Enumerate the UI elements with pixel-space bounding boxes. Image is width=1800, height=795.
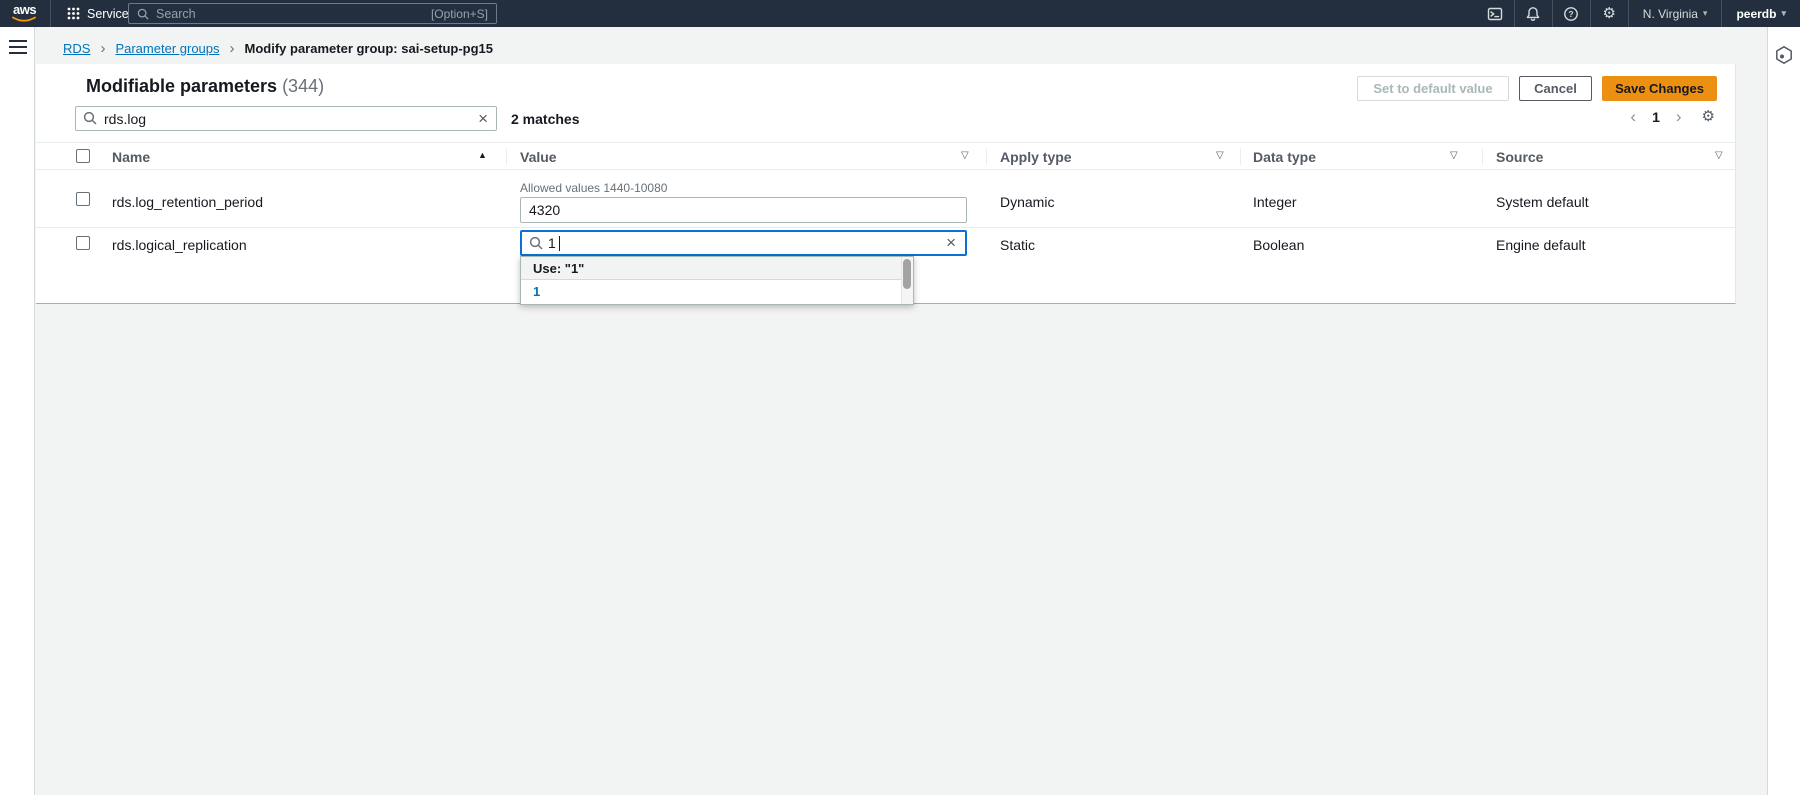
row-checkbox[interactable] (76, 236, 90, 250)
save-changes-button[interactable]: Save Changes (1602, 76, 1717, 101)
table-row: rds.log_retention_period Allowed values … (36, 170, 1736, 228)
settings-button[interactable]: ⚙ (1591, 0, 1628, 27)
text-cursor (559, 236, 560, 251)
region-selector[interactable]: N. Virginia ▾ (1629, 0, 1722, 27)
column-divider (986, 148, 987, 165)
column-divider (506, 148, 507, 165)
grid-icon (67, 7, 80, 20)
parameter-filter: × (75, 106, 497, 131)
side-panel-icon[interactable] (1774, 45, 1794, 65)
modifiable-parameters-panel: Modifiable parameters(344) Set to defaul… (36, 64, 1736, 304)
aws-logo-text: aws (13, 2, 36, 17)
parameter-name: rds.logical_replication (112, 237, 247, 253)
hamburger-menu-icon[interactable] (9, 40, 27, 54)
apply-type-value: Static (1000, 237, 1035, 253)
filter-icon[interactable]: ▽ (1216, 151, 1224, 161)
filter-icon[interactable]: ▽ (1450, 151, 1458, 161)
table-preferences-gear-icon[interactable]: ⚙ (1702, 109, 1715, 124)
dropdown-scrollbar (901, 257, 913, 304)
scrollbar-thumb[interactable] (903, 259, 911, 289)
right-toolbar (1767, 27, 1800, 795)
pagination: ‹ 1 › ⚙ (1630, 108, 1715, 125)
cloudshell-button[interactable] (1477, 0, 1514, 27)
gear-icon: ⚙ (1603, 6, 1616, 21)
match-count: 2 matches (511, 111, 579, 127)
aws-console-page: aws Services [Option+S] ? (0, 0, 1800, 795)
cloudshell-terminal-icon (1487, 6, 1503, 22)
clear-value-icon[interactable]: × (946, 232, 956, 254)
clear-filter-icon[interactable]: × (478, 107, 488, 130)
select-all-checkbox[interactable] (76, 149, 90, 163)
breadcrumb-current: Modify parameter group: sai-setup-pg15 (245, 41, 493, 56)
nav-search-box[interactable]: [Option+S] (128, 3, 497, 24)
source-value: Engine default (1496, 237, 1586, 253)
parameter-name: rds.log_retention_period (112, 194, 263, 210)
filter-input[interactable] (75, 106, 497, 131)
table-header: Name ▲ Value ▽ Apply type ▽ Data type ▽ … (36, 142, 1736, 170)
account-label: peerdb (1736, 7, 1776, 21)
search-icon (529, 236, 543, 250)
help-button[interactable]: ? (1553, 0, 1590, 27)
page-number[interactable]: 1 (1652, 109, 1660, 125)
svg-text:?: ? (1569, 9, 1574, 19)
top-nav-bar: aws Services [Option+S] ? (0, 0, 1800, 27)
aws-smile-icon (12, 16, 36, 23)
bell-icon (1525, 6, 1541, 22)
column-header-apply-type[interactable]: Apply type (1000, 149, 1072, 165)
breadcrumb-link-rds[interactable]: RDS (63, 41, 90, 56)
column-header-name[interactable]: Name (112, 149, 150, 165)
column-divider (1240, 148, 1241, 165)
chevron-down-icon: ▾ (1781, 8, 1786, 19)
left-sidebar-collapsed (0, 27, 35, 795)
search-icon (83, 111, 97, 125)
account-menu[interactable]: peerdb ▾ (1722, 0, 1800, 27)
region-label: N. Virginia (1643, 7, 1698, 21)
chevron-right-icon: › (230, 41, 235, 56)
column-header-value[interactable]: Value (520, 149, 557, 165)
apply-type-value: Dynamic (1000, 194, 1054, 210)
parameter-count: (344) (282, 76, 324, 96)
chevron-down-icon: ▾ (1703, 8, 1708, 19)
nav-search-shortcut: [Option+S] (431, 7, 488, 21)
filter-icon[interactable]: ▽ (1715, 151, 1723, 161)
page-title: Modifiable parameters(344) (86, 76, 324, 97)
page-title-text: Modifiable parameters (86, 76, 277, 96)
data-type-value: Integer (1253, 194, 1297, 210)
aws-logo[interactable]: aws (0, 0, 50, 27)
breadcrumb: RDS › Parameter groups › Modify paramete… (36, 27, 1767, 64)
set-default-button[interactable]: Set to default value (1357, 76, 1509, 101)
table-row: rds.logical_replication × Use: "1" 1 Sta… (36, 228, 1736, 302)
help-icon: ? (1563, 6, 1579, 22)
filter-icon[interactable]: ▽ (961, 151, 969, 161)
next-page-icon[interactable]: › (1676, 108, 1682, 125)
column-divider (1482, 148, 1483, 165)
value-suggestions-dropdown: Use: "1" 1 (520, 256, 914, 305)
previous-page-icon[interactable]: ‹ (1630, 108, 1636, 125)
combobox-input[interactable] (548, 232, 938, 254)
nav-search-input[interactable] (156, 7, 431, 21)
suggested-option[interactable]: 1 (521, 280, 913, 304)
cancel-button[interactable]: Cancel (1519, 76, 1592, 101)
parameter-value-combobox[interactable]: × (520, 230, 967, 256)
chevron-right-icon: › (100, 41, 105, 56)
breadcrumb-link-parameter-groups[interactable]: Parameter groups (115, 41, 219, 56)
data-type-value: Boolean (1253, 237, 1304, 253)
parameter-value-input[interactable] (520, 197, 967, 223)
allowed-values-hint: Allowed values 1440-10080 (520, 181, 667, 195)
sort-ascending-icon[interactable]: ▲ (478, 151, 487, 160)
column-header-source[interactable]: Source (1496, 149, 1543, 165)
search-icon (137, 8, 149, 20)
nav-right-controls: ? ⚙ N. Virginia ▾ peerdb ▾ (1477, 0, 1800, 27)
row-checkbox[interactable] (76, 192, 90, 206)
column-header-data-type[interactable]: Data type (1253, 149, 1316, 165)
notifications-button[interactable] (1515, 0, 1552, 27)
use-typed-value-option[interactable]: Use: "1" (521, 257, 913, 280)
source-value: System default (1496, 194, 1589, 210)
